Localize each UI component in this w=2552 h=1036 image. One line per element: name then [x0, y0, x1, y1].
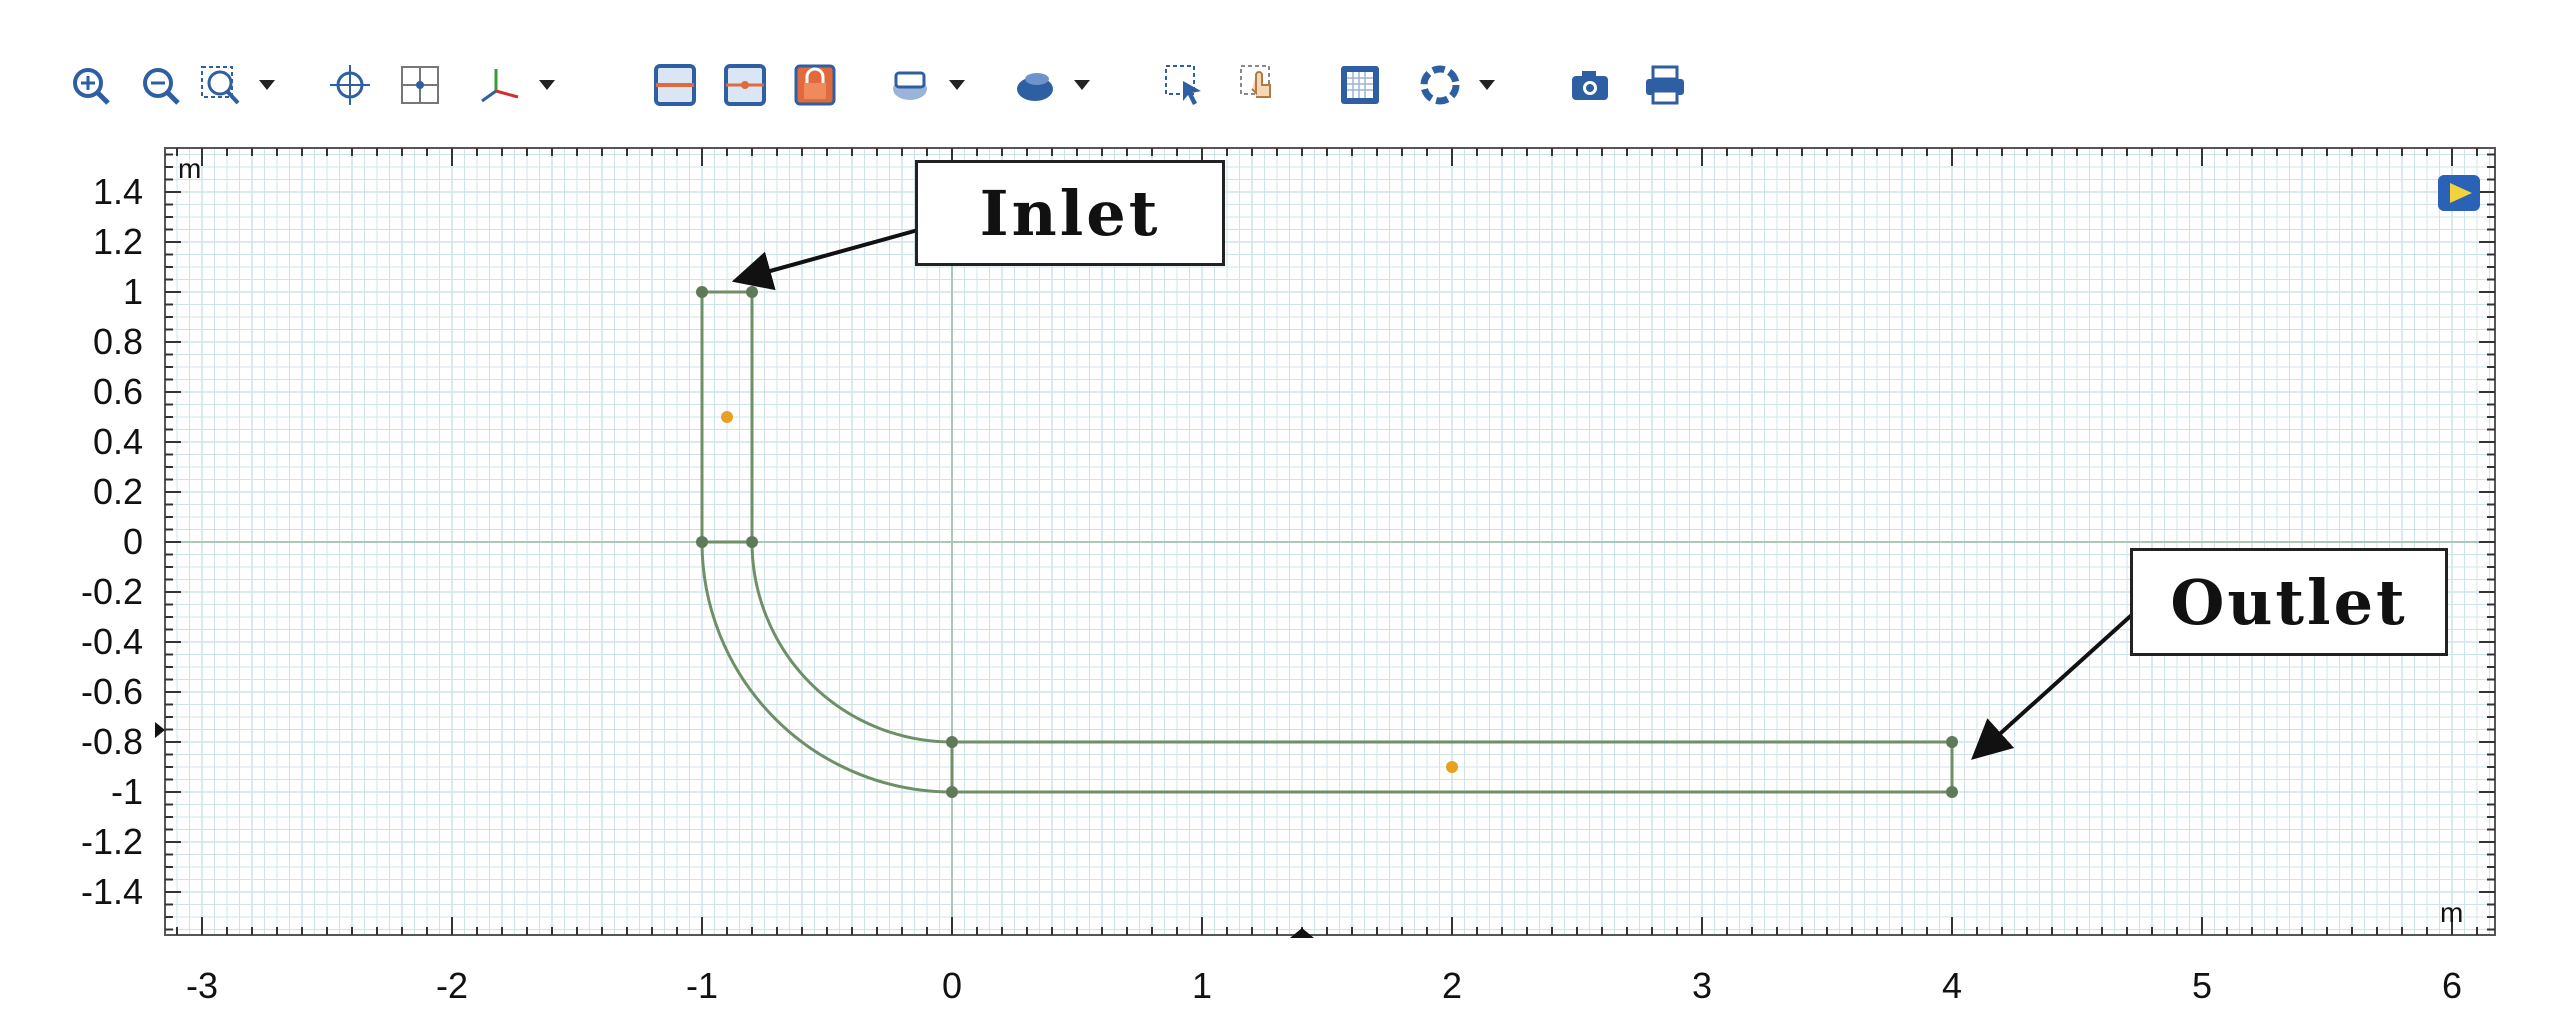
layer-display-dropdown[interactable] [940, 45, 974, 125]
chevron-down-icon [1479, 80, 1495, 90]
select-all-button[interactable] [1330, 45, 1390, 125]
geometry-vertex[interactable] [746, 286, 758, 298]
chevron-down-icon [259, 80, 275, 90]
select-box-button[interactable] [1155, 45, 1215, 125]
zoom-extents-icon [330, 65, 370, 105]
chevron-down-icon [949, 80, 965, 90]
chevron-down-icon [539, 80, 555, 90]
camera-icon [1572, 71, 1608, 100]
y-tick-label: 0.4 [93, 421, 143, 462]
geometry-vertex[interactable] [1946, 786, 1958, 798]
y-tick-label: 1.2 [93, 221, 143, 262]
geometry-vertex[interactable] [696, 536, 708, 548]
x-tick-label: 2 [1442, 965, 1462, 1006]
zoom-in-button[interactable] [60, 45, 120, 125]
show-grid-icon [654, 64, 696, 106]
x-tick-label: 6 [2442, 965, 2462, 1006]
zoom-in-icon [73, 68, 110, 105]
y-tick-label: -1 [111, 771, 143, 812]
y-tick-label: 0.2 [93, 471, 143, 512]
x-tick-label: 4 [1942, 965, 1962, 1006]
print-button[interactable] [1635, 45, 1695, 125]
select-click-icon [1240, 65, 1271, 98]
lock-button[interactable] [785, 45, 845, 125]
y-tick-label: -1.2 [81, 821, 143, 862]
select-all-icon [1341, 66, 1379, 104]
zoom-to-selection-icon [401, 66, 439, 104]
graphics-toolbar [0, 0, 2552, 140]
geometry-vertex[interactable] [946, 736, 958, 748]
graphics-window[interactable]: -3 -2 -1 0 1 2 3 4 5 6 1.4 1.2 1 0.8 0.6 0.4 0.2 0 -0.2 -0.… [0, 140, 2552, 1036]
zoom-box-dropdown[interactable] [250, 45, 284, 125]
x-tick-label: 5 [2192, 965, 2212, 1006]
y-tick-label: 1 [123, 271, 143, 312]
domain-marker-point[interactable] [1446, 761, 1458, 773]
x-tick-label: -1 [686, 965, 718, 1006]
layer-display-button[interactable] [880, 45, 940, 125]
render-dropdown[interactable] [1065, 45, 1099, 125]
y-tick-label: 0.8 [93, 321, 143, 362]
y-tick-label: 0 [123, 521, 143, 562]
chevron-down-icon [1074, 80, 1090, 90]
inlet-label: Inlet [915, 160, 1225, 266]
camera-button[interactable] [1560, 45, 1620, 125]
x-tick-label: 0 [942, 965, 962, 1006]
y-tick-label: -0.6 [81, 671, 143, 712]
render-icon [1017, 73, 1053, 101]
geometry-vertex[interactable] [946, 786, 958, 798]
layer-display-icon [893, 71, 927, 100]
y-tick-label: -0.2 [81, 571, 143, 612]
geometry-vertex[interactable] [1946, 736, 1958, 748]
domain-marker-point[interactable] [721, 411, 733, 423]
lock-icon [794, 64, 836, 106]
y-tick-label: -0.4 [81, 621, 143, 662]
axis-orientation-icon [481, 69, 519, 103]
zoom-to-selection-button[interactable] [390, 45, 450, 125]
zoom-out-button[interactable] [130, 45, 190, 125]
x-tick-label: 3 [1692, 965, 1712, 1006]
x-tick-label: -3 [186, 965, 218, 1006]
select-box-icon [1165, 65, 1201, 105]
print-icon [1646, 65, 1684, 105]
y-tick-label: 1.4 [93, 171, 143, 212]
zoom-out-icon [143, 68, 180, 105]
y-cursor-marker [155, 722, 165, 738]
view-settings-icon [1420, 65, 1460, 105]
unit-label-x: m [2440, 897, 2463, 928]
zoom-box-button[interactable] [190, 45, 250, 125]
zoom-box-icon [201, 66, 240, 105]
unit-label-y: m [178, 153, 201, 184]
render-button[interactable] [1005, 45, 1065, 125]
outlet-label: Outlet [2130, 548, 2448, 656]
show-axis-button[interactable] [715, 45, 775, 125]
y-tick-label: 0.6 [93, 371, 143, 412]
view-settings-dropdown[interactable] [1470, 45, 1504, 125]
view-settings-button[interactable] [1410, 45, 1470, 125]
zoom-extents-button[interactable] [320, 45, 380, 125]
show-axis-icon [724, 64, 766, 106]
show-grid-button[interactable] [645, 45, 705, 125]
select-click-button[interactable] [1230, 45, 1290, 125]
axis-orientation-dropdown[interactable] [530, 45, 564, 125]
x-tick-label: 1 [1192, 965, 1212, 1006]
geometry-vertex[interactable] [696, 286, 708, 298]
x-tick-label: -2 [436, 965, 468, 1006]
axis-orientation-button[interactable] [470, 45, 530, 125]
geometry-vertex[interactable] [746, 536, 758, 548]
y-tick-label: -1.4 [81, 871, 143, 912]
y-tick-label: -0.8 [81, 721, 143, 762]
